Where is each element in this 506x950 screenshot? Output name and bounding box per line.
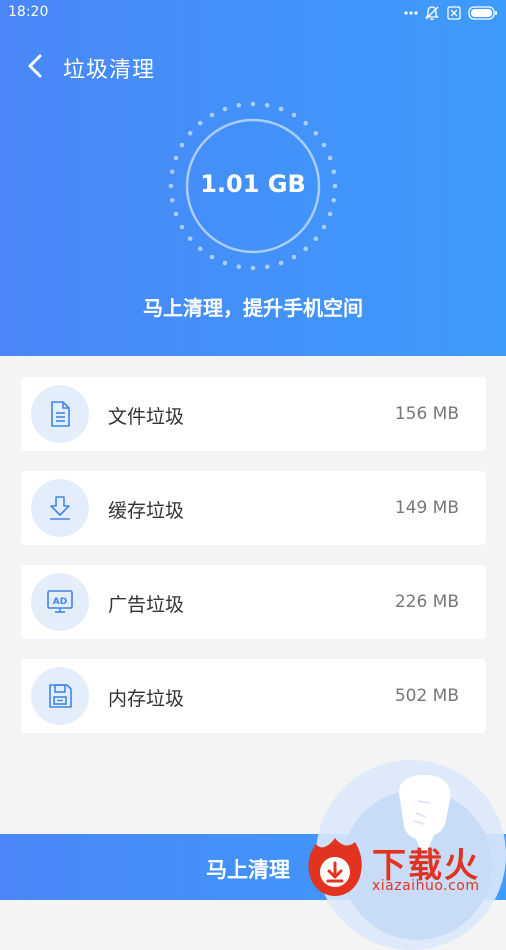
junk-item-label: 文件垃圾 bbox=[108, 406, 185, 428]
ring-dot bbox=[197, 120, 203, 126]
ring-dot bbox=[321, 224, 327, 230]
junk-size-ring: 1.01 GB bbox=[167, 100, 339, 272]
junk-item-size: 156 MB bbox=[394, 404, 459, 424]
ring-dot bbox=[169, 197, 175, 203]
clean-now-label: 马上清理 bbox=[206, 858, 290, 882]
ring-dot bbox=[236, 102, 242, 108]
ring-dot bbox=[173, 211, 179, 217]
junk-item-size: 226 MB bbox=[394, 592, 459, 612]
battery-icon bbox=[468, 6, 497, 20]
total-junk-size: 1.01 GB bbox=[200, 170, 306, 198]
ring-dot bbox=[313, 130, 319, 136]
mute-bell-icon bbox=[425, 6, 439, 21]
ring-dot bbox=[187, 130, 193, 136]
junk-item-size: 149 MB bbox=[394, 498, 459, 518]
junk-item-cache[interactable]: 缓存垃圾 149 MB bbox=[21, 471, 486, 545]
more-dots-icon bbox=[404, 11, 418, 15]
sim-off-icon bbox=[447, 6, 461, 20]
junk-item-label: 缓存垃圾 bbox=[108, 500, 185, 522]
ring-dot bbox=[173, 155, 179, 161]
status-time: 18:20 bbox=[8, 4, 49, 20]
junk-item-label: 广告垃圾 bbox=[108, 594, 185, 616]
ring-dot bbox=[264, 264, 270, 270]
ring-dot bbox=[250, 101, 256, 107]
ring-dot bbox=[264, 102, 270, 108]
ring-dot bbox=[187, 236, 193, 242]
watermark-url: xiazaihuo.com bbox=[372, 878, 480, 894]
ring-dot bbox=[209, 112, 215, 118]
title-bar: 垃圾清理 bbox=[0, 44, 506, 88]
ring-dot bbox=[278, 260, 284, 266]
clean-prompt-text: 马上清理，提升手机空间 bbox=[143, 296, 363, 320]
ring-dot bbox=[291, 112, 297, 118]
ring-dot bbox=[278, 106, 284, 112]
ring-dot bbox=[331, 197, 337, 203]
junk-item-label: 内存垃圾 bbox=[108, 688, 185, 710]
back-button[interactable] bbox=[20, 50, 52, 82]
junk-item-ads[interactable]: AD 广告垃圾 226 MB bbox=[21, 565, 486, 639]
junk-item-memory[interactable]: 内存垃圾 502 MB bbox=[21, 659, 486, 733]
ring-dot bbox=[222, 106, 228, 112]
svg-text:AD: AD bbox=[53, 597, 67, 607]
ring-dot bbox=[291, 254, 297, 260]
ad-icon: AD bbox=[47, 590, 73, 613]
ad-icon-badge: AD bbox=[31, 573, 89, 631]
download-icon-badge bbox=[31, 479, 89, 537]
ring-dot bbox=[327, 155, 333, 161]
chevron-left-icon bbox=[28, 54, 42, 78]
ring-dot bbox=[250, 265, 256, 271]
ring-dot bbox=[197, 246, 203, 252]
junk-item-files[interactable]: 文件垃圾 156 MB bbox=[21, 377, 486, 451]
ring-dot bbox=[236, 264, 242, 270]
download-icon bbox=[50, 496, 70, 520]
floppy-disk-icon-badge bbox=[31, 667, 89, 725]
ring-dot bbox=[313, 236, 319, 242]
watermark-logo-icon bbox=[308, 838, 362, 896]
document-icon-badge bbox=[31, 385, 89, 443]
floppy-disk-icon bbox=[49, 684, 72, 708]
ring-dot bbox=[303, 246, 309, 252]
status-bar: 18:20 bbox=[0, 0, 506, 26]
ring-dot bbox=[321, 142, 327, 148]
junk-item-size: 502 MB bbox=[394, 686, 459, 706]
status-icons bbox=[404, 4, 498, 22]
hero-header: 18:20 垃圾清理 1.01 GB 马上清理，提升手机空间 bbox=[0, 0, 506, 356]
document-icon bbox=[51, 401, 70, 427]
ring-dot bbox=[327, 211, 333, 217]
ring-dot bbox=[303, 120, 309, 126]
page-title: 垃圾清理 bbox=[63, 58, 156, 83]
ring-dot bbox=[222, 260, 228, 266]
ring-dot bbox=[179, 142, 185, 148]
ring-dot bbox=[179, 224, 185, 230]
ring-dot bbox=[209, 254, 215, 260]
